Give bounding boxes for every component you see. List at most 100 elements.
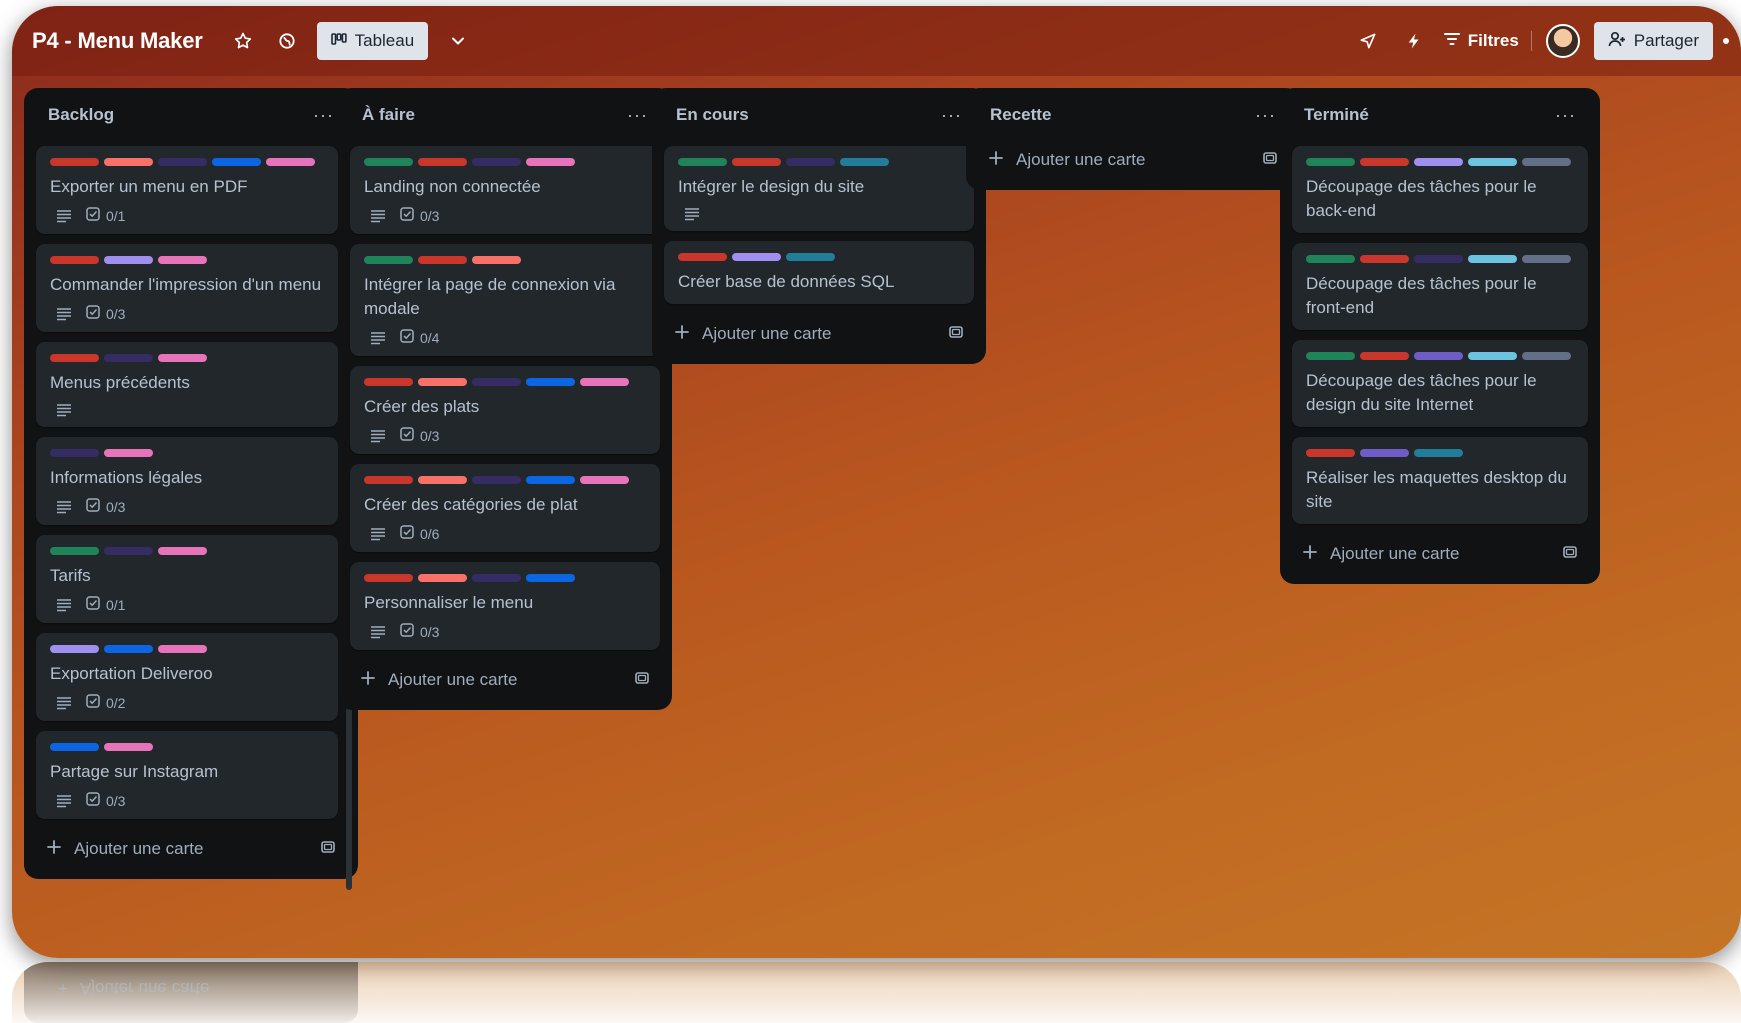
list-menu-icon[interactable]: ···	[627, 105, 648, 126]
label-red[interactable]	[678, 253, 727, 261]
chevron-down-icon[interactable]	[442, 25, 474, 57]
label-red[interactable]	[418, 158, 467, 166]
label-navy[interactable]	[104, 354, 153, 362]
label-salmon[interactable]	[418, 476, 467, 484]
label-red[interactable]	[50, 256, 99, 264]
label-red[interactable]	[364, 476, 413, 484]
label-red[interactable]	[1360, 158, 1409, 166]
card[interactable]: Découpage des tâches pour le front-end	[1292, 243, 1588, 330]
create-from-template-icon[interactable]	[1262, 150, 1278, 171]
label-red[interactable]	[1360, 352, 1409, 360]
label-navy[interactable]	[472, 378, 521, 386]
add-card-button[interactable]: Ajouter une carte	[978, 140, 1288, 180]
add-card-button[interactable]: Ajouter une carte	[350, 660, 660, 700]
label-red[interactable]	[364, 378, 413, 386]
list-menu-icon[interactable]: ···	[1555, 105, 1576, 126]
avatar[interactable]	[1545, 24, 1580, 58]
label-navy[interactable]	[50, 449, 99, 457]
card[interactable]: Créer des plats 0/3	[350, 366, 660, 454]
label-sky[interactable]	[1468, 352, 1517, 360]
board-view-button[interactable]: Tableau	[316, 22, 429, 60]
label-sky[interactable]	[1468, 158, 1517, 166]
list-title[interactable]: À faire	[362, 105, 415, 125]
label-salmon[interactable]	[418, 378, 467, 386]
list-title[interactable]: Backlog	[48, 105, 114, 125]
label-teal[interactable]	[840, 158, 889, 166]
label-navy[interactable]	[104, 547, 153, 555]
card[interactable]: Commander l'impression d'un menu 0/3	[36, 244, 338, 332]
label-pink[interactable]	[580, 476, 629, 484]
card[interactable]: Créer des catégories de plat 0/6	[350, 464, 660, 552]
label-blue[interactable]	[212, 158, 261, 166]
list-title[interactable]: En cours	[676, 105, 749, 125]
add-card-button[interactable]: Ajouter une carte	[36, 829, 346, 869]
card[interactable]: Informations légales 0/3	[36, 437, 338, 525]
label-lavender[interactable]	[50, 645, 99, 653]
label-pink[interactable]	[158, 547, 207, 555]
add-card-button[interactable]: Ajouter une carte	[664, 314, 974, 354]
lightning-icon[interactable]	[1398, 25, 1430, 57]
label-gray[interactable]	[1522, 255, 1571, 263]
label-navy[interactable]	[158, 158, 207, 166]
label-navy[interactable]	[472, 476, 521, 484]
label-pink[interactable]	[266, 158, 315, 166]
label-purple[interactable]	[1414, 352, 1463, 360]
label-red[interactable]	[732, 158, 781, 166]
label-green[interactable]	[1306, 158, 1355, 166]
card[interactable]: Menus précédents	[36, 342, 338, 427]
label-navy[interactable]	[472, 574, 521, 582]
label-pink[interactable]	[104, 743, 153, 751]
create-from-template-icon[interactable]	[1562, 544, 1578, 565]
label-blue[interactable]	[526, 476, 575, 484]
label-lavender[interactable]	[732, 253, 781, 261]
label-pink[interactable]	[158, 645, 207, 653]
label-navy[interactable]	[786, 158, 835, 166]
card[interactable]: Partage sur Instagram 0/3	[36, 731, 338, 819]
card[interactable]: Landing non connectée 0/3	[350, 146, 660, 234]
card[interactable]: Personnaliser le menu 0/3	[350, 562, 660, 650]
card[interactable]: Découpage des tâches pour le design du s…	[1292, 340, 1588, 427]
card[interactable]: Tarifs 0/1	[36, 535, 338, 623]
globe-icon[interactable]	[271, 25, 303, 57]
label-pink[interactable]	[580, 378, 629, 386]
board-title[interactable]: P4 - Menu Maker	[32, 28, 203, 54]
rocket-icon[interactable]	[1352, 25, 1384, 57]
list-title[interactable]: Recette	[990, 105, 1051, 125]
label-red[interactable]	[418, 256, 467, 264]
label-green[interactable]	[364, 256, 413, 264]
star-icon[interactable]	[227, 25, 259, 57]
label-blue[interactable]	[526, 574, 575, 582]
label-salmon[interactable]	[418, 574, 467, 582]
label-green[interactable]	[50, 547, 99, 555]
label-green[interactable]	[678, 158, 727, 166]
label-purple[interactable]	[1360, 449, 1409, 457]
label-green[interactable]	[1306, 352, 1355, 360]
label-blue[interactable]	[526, 378, 575, 386]
label-gray[interactable]	[1522, 352, 1571, 360]
card[interactable]: Découpage des tâches pour le back-end	[1292, 146, 1588, 233]
label-salmon[interactable]	[104, 158, 153, 166]
label-red[interactable]	[364, 574, 413, 582]
label-red[interactable]	[1306, 449, 1355, 457]
label-green[interactable]	[1306, 255, 1355, 263]
list-menu-icon[interactable]: ···	[941, 105, 962, 126]
more-icon[interactable]	[1723, 38, 1729, 44]
card[interactable]: Intégrer le design du site	[664, 146, 974, 231]
card[interactable]: Intégrer la page de connexion via modale…	[350, 244, 660, 356]
card[interactable]: Exporter un menu en PDF 0/1	[36, 146, 338, 234]
label-pink[interactable]	[158, 354, 207, 362]
card[interactable]: Créer base de données SQL	[664, 241, 974, 304]
label-sky[interactable]	[1468, 255, 1517, 263]
label-red[interactable]	[50, 354, 99, 362]
filters-button[interactable]: Filtres	[1443, 31, 1532, 51]
list-menu-icon[interactable]: ···	[1255, 105, 1276, 126]
label-pink[interactable]	[158, 256, 207, 264]
list-title[interactable]: Terminé	[1304, 105, 1369, 125]
label-green[interactable]	[364, 158, 413, 166]
card[interactable]: Réaliser les maquettes desktop du site	[1292, 437, 1588, 524]
share-button[interactable]: Partager	[1593, 22, 1713, 60]
label-teal[interactable]	[1414, 449, 1463, 457]
create-from-template-icon[interactable]	[320, 839, 336, 860]
label-navy[interactable]	[472, 158, 521, 166]
label-navy[interactable]	[1414, 255, 1463, 263]
